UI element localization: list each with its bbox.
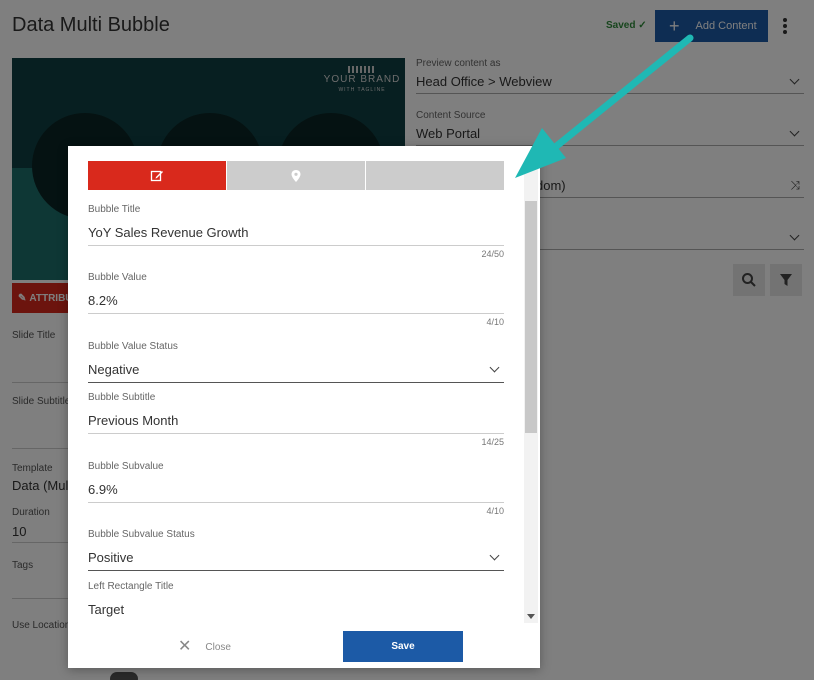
annotation-arrow-icon [515, 34, 694, 178]
